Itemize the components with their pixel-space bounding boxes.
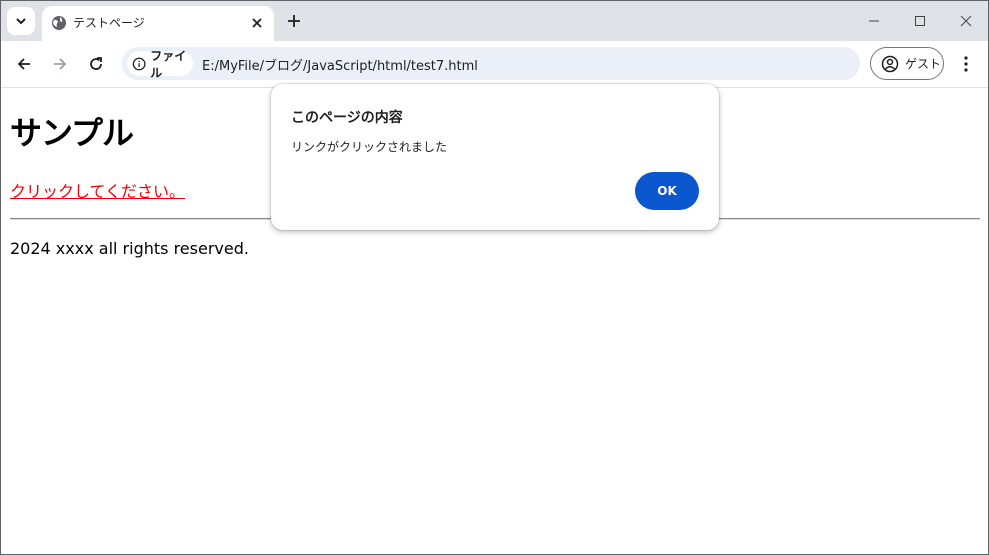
minimize-button[interactable] xyxy=(863,11,885,31)
toolbar: ファイル E:/MyFile/ブログ/JavaScript/html/test7… xyxy=(1,41,988,88)
browser-window: テストページ ファイル E:/MyFile/ブログ/JavaScript/htm… xyxy=(0,0,989,555)
account-icon xyxy=(881,55,899,72)
arrow-right-icon xyxy=(54,58,67,70)
reload-button[interactable] xyxy=(84,52,108,76)
info-icon xyxy=(132,57,146,70)
omnibox[interactable]: ファイル E:/MyFile/ブログ/JavaScript/html/test7… xyxy=(122,47,860,80)
tab-active[interactable]: テストページ xyxy=(42,6,274,41)
maximize-button[interactable] xyxy=(909,11,931,31)
tab-strip: テストページ xyxy=(1,1,988,41)
dialog-message: リンクがクリックされました xyxy=(291,140,448,154)
globe-icon xyxy=(52,16,66,30)
site-info-chip[interactable]: ファイル xyxy=(127,49,193,80)
ok-button[interactable]: OK xyxy=(635,172,699,210)
close-icon xyxy=(252,18,262,28)
back-button[interactable] xyxy=(12,52,36,76)
dialog-title: このページの内容 xyxy=(291,110,403,126)
tab-search-button[interactable] xyxy=(7,7,35,35)
minimize-icon xyxy=(869,20,879,22)
close-icon xyxy=(960,15,972,27)
page-heading: サンプル xyxy=(10,114,134,152)
close-window-button[interactable] xyxy=(955,11,977,31)
click-link[interactable]: クリックしてください。 xyxy=(10,178,185,202)
reload-icon xyxy=(90,57,102,70)
chevron-down-icon xyxy=(16,18,26,25)
new-tab-button[interactable] xyxy=(284,11,304,31)
plus-icon xyxy=(288,15,300,27)
profile-button[interactable]: ゲスト xyxy=(870,47,944,80)
forward-button[interactable] xyxy=(48,52,72,76)
profile-label: ゲスト xyxy=(905,57,942,71)
more-vert-icon xyxy=(964,56,968,72)
arrow-left-icon xyxy=(17,58,30,70)
chip-label: ファイル xyxy=(150,48,187,80)
alert-dialog: このページの内容 リンクがクリックされました OK xyxy=(271,84,719,230)
menu-button[interactable] xyxy=(956,54,976,74)
tab-close-button[interactable] xyxy=(248,14,266,32)
tab-title: テストページ xyxy=(73,16,145,30)
maximize-icon xyxy=(915,16,925,26)
footer-text: 2024 xxxx all rights reserved. xyxy=(10,239,249,258)
url-text[interactable]: E:/MyFile/ブログ/JavaScript/html/test7.html xyxy=(202,55,478,74)
